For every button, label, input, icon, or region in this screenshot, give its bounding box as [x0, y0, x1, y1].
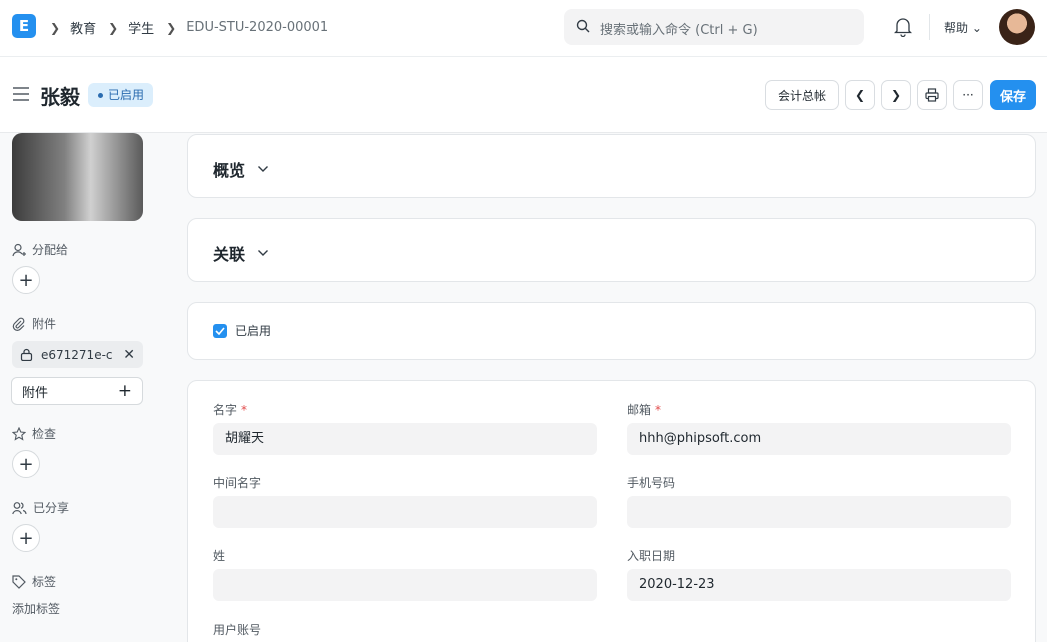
page-title: 张毅	[40, 85, 80, 109]
attach-button-label: 附件	[22, 385, 49, 401]
paperclip-icon	[12, 317, 25, 331]
student-photo[interactable]	[12, 133, 143, 221]
chevron-down-icon: ⌄	[971, 21, 982, 35]
add-user-icon	[12, 243, 26, 256]
divider	[929, 14, 930, 40]
top-navbar: E ❯ 教育 ❯ 学生 ❯ EDU-STU-2020-00001 搜索或输入命令…	[0, 0, 1047, 57]
assign-label: 分配给	[32, 243, 69, 257]
attachment-item[interactable]: e671271e-c ✕	[12, 341, 143, 368]
chevron-right-icon: ❯	[50, 20, 61, 35]
last-name-label: 姓	[213, 549, 226, 563]
breadcrumb-record[interactable]: EDU-STU-2020-00001	[186, 20, 328, 35]
connections-section-header[interactable]: 关联	[213, 241, 269, 265]
plus-icon: +	[18, 269, 34, 291]
last-name-field[interactable]	[213, 569, 597, 601]
status-badge: 已启用	[88, 83, 154, 107]
connections-section[interactable]: 关联	[187, 218, 1036, 282]
attachment-filename: e671271e-c	[41, 347, 113, 362]
overview-section-header[interactable]: 概览	[213, 157, 269, 181]
lock-icon	[20, 348, 33, 361]
enabled-checkbox[interactable]: 已启用	[213, 322, 271, 339]
plus-icon: +	[117, 381, 132, 401]
attach-file-button[interactable]: 附件 +	[11, 377, 143, 405]
chevron-right-icon: ❯	[166, 20, 177, 35]
middle-name-label: 中间名字	[213, 476, 262, 490]
joining-date-field[interactable]: 2020-12-23	[627, 569, 1011, 601]
connections-title: 关联	[213, 245, 246, 264]
review-label: 检查	[32, 427, 57, 441]
first-name-field[interactable]: 胡耀天	[213, 423, 597, 455]
review-add-button[interactable]: +	[12, 450, 40, 478]
attachments-label: 附件	[32, 317, 57, 331]
mobile-field[interactable]	[627, 496, 1011, 528]
chevron-right-icon: ❯	[890, 88, 902, 102]
email-label: 邮箱 *	[627, 401, 661, 418]
first-name-label-text: 名字	[213, 403, 238, 417]
printer-icon	[925, 88, 939, 102]
sidebar-toggle-icon[interactable]	[13, 87, 29, 101]
previous-record-button[interactable]: ❮	[845, 80, 875, 110]
close-icon[interactable]: ✕	[123, 347, 135, 363]
users-icon	[12, 501, 27, 514]
tags-section-label: 标签	[12, 573, 56, 590]
save-button[interactable]: 保存	[990, 80, 1036, 110]
details-form: 名字 * 胡耀天 邮箱 * hhh@phipsoft.com 中间名字 手机号码 姓…	[187, 380, 1036, 642]
plus-icon: +	[18, 453, 34, 475]
add-tag-link[interactable]: 添加标签	[12, 600, 60, 617]
status-section: 已启用	[187, 302, 1036, 360]
first-name-label: 名字 *	[213, 401, 247, 418]
search-input[interactable]: 搜索或输入命令 (Ctrl + G)	[564, 9, 864, 45]
app-logo[interactable]: E	[12, 14, 36, 38]
email-label-text: 邮箱	[627, 403, 652, 417]
review-section-label: 检查	[12, 425, 56, 442]
overview-title: 概览	[213, 161, 246, 180]
search-icon	[576, 19, 590, 33]
more-actions-button[interactable]: ···	[953, 80, 983, 110]
chevron-right-icon: ❯	[108, 20, 119, 35]
assign-section-label: 分配给	[12, 241, 68, 258]
breadcrumb-education[interactable]: 教育	[70, 18, 96, 37]
user-account-label: 用户账号	[213, 623, 262, 637]
star-icon	[12, 426, 26, 441]
user-avatar[interactable]	[999, 9, 1035, 45]
breadcrumb-student[interactable]: 学生	[128, 18, 154, 37]
page-header: 张毅 已启用 会计总帐 ❮ ❯ ··· 保存	[0, 57, 1047, 133]
shared-label: 已分享	[33, 501, 70, 515]
attachments-section-label: 附件	[12, 315, 56, 332]
help-label: 帮助	[944, 21, 969, 35]
chevron-left-icon: ❮	[854, 88, 866, 102]
joining-date-label: 入职日期	[627, 549, 676, 563]
share-add-button[interactable]: +	[12, 524, 40, 552]
plus-icon: +	[18, 527, 34, 549]
search-placeholder: 搜索或输入命令 (Ctrl + G)	[600, 23, 758, 38]
middle-name-field[interactable]	[213, 496, 597, 528]
assign-add-button[interactable]: +	[12, 266, 40, 294]
next-record-button[interactable]: ❯	[881, 80, 911, 110]
tag-icon	[12, 574, 26, 589]
notification-bell-icon[interactable]	[894, 17, 912, 37]
help-menu[interactable]: 帮助 ⌄	[944, 19, 982, 36]
overview-section[interactable]: 概览	[187, 134, 1036, 198]
chevron-down-icon	[258, 250, 269, 256]
checkbox-checked-icon[interactable]	[213, 323, 227, 338]
shared-section-label: 已分享	[12, 499, 69, 516]
accounting-ledger-button[interactable]: 会计总帐	[765, 80, 839, 110]
required-marker: *	[655, 403, 662, 417]
tags-label: 标签	[32, 575, 57, 589]
enabled-label: 已启用	[235, 324, 272, 338]
email-field[interactable]: hhh@phipsoft.com	[627, 423, 1011, 455]
breadcrumb: ❯ 教育 ❯ 学生 ❯ EDU-STU-2020-00001	[50, 18, 340, 37]
required-marker: *	[241, 403, 248, 417]
chevron-down-icon	[258, 166, 269, 172]
print-button[interactable]	[917, 80, 947, 110]
mobile-label: 手机号码	[627, 476, 676, 490]
